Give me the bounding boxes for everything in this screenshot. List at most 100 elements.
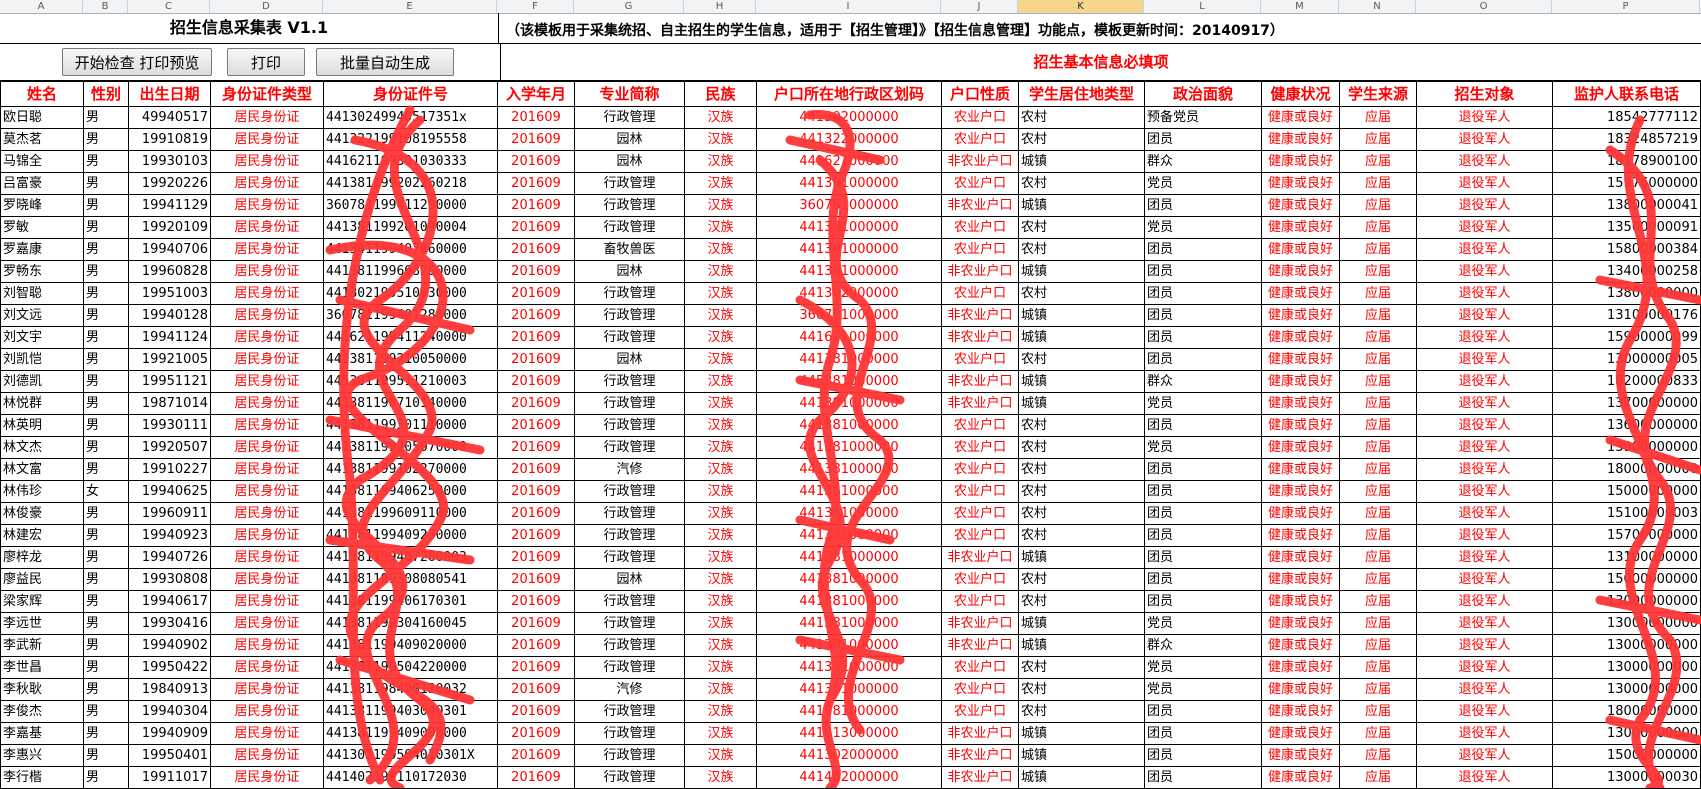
cell-id-type[interactable]: 居民身份证 xyxy=(210,700,324,723)
cell-student-source[interactable]: 应届 xyxy=(1339,546,1417,569)
cell-household-type[interactable]: 农业户口 xyxy=(941,590,1019,613)
cell-student-source[interactable]: 应届 xyxy=(1339,106,1417,129)
cell-student-source[interactable]: 应届 xyxy=(1339,744,1417,767)
cell-recruit-target[interactable]: 退役军人 xyxy=(1416,392,1553,415)
cell-id-number[interactable]: 441381199409090000 xyxy=(323,722,498,745)
cell-name[interactable]: 李秋耿 xyxy=(0,678,84,701)
cell-major[interactable]: 行政管理 xyxy=(574,216,685,239)
cell-gender[interactable]: 男 xyxy=(83,700,129,723)
cell-id-number[interactable]: 441302199510030000 xyxy=(323,282,498,305)
cell-guardian-phone[interactable]: 13100000000 xyxy=(1552,546,1701,569)
cell-id-type[interactable]: 居民身份证 xyxy=(210,568,324,591)
cell-birth-date[interactable]: 19930111 xyxy=(128,414,211,437)
cell-political-status[interactable]: 团员 xyxy=(1144,128,1262,151)
cell-political-status[interactable]: 团员 xyxy=(1144,480,1262,503)
cell-guardian-phone[interactable]: 13400000258 xyxy=(1552,260,1701,283)
column-letter-i[interactable]: I xyxy=(756,0,941,13)
cell-id-number[interactable]: 441381199202260218 xyxy=(323,172,498,195)
cell-residence-type[interactable]: 农村 xyxy=(1018,700,1145,723)
cell-enroll-month[interactable]: 201609 xyxy=(497,326,575,349)
cell-guardian-phone[interactable]: 18324857219 xyxy=(1552,128,1701,151)
column-letter-e[interactable]: E xyxy=(323,0,497,13)
cell-id-number[interactable]: 441621199411240000 xyxy=(323,326,498,349)
cell-guardian-phone[interactable]: 13000000030 xyxy=(1552,766,1701,789)
cell-gender[interactable]: 男 xyxy=(83,612,129,635)
cell-political-status[interactable]: 团员 xyxy=(1144,414,1262,437)
cell-household-region-code[interactable]: 441381000000 xyxy=(756,458,942,481)
cell-political-status[interactable]: 群众 xyxy=(1144,370,1262,393)
cell-health[interactable]: 健康或良好 xyxy=(1261,722,1340,745)
cell-id-number[interactable]: 441381199205070000 xyxy=(323,436,498,459)
cell-enroll-month[interactable]: 201609 xyxy=(497,766,575,789)
cell-household-region-code[interactable]: 441322000000 xyxy=(756,128,942,151)
cell-household-type[interactable]: 非农业户口 xyxy=(941,260,1019,283)
cell-id-number[interactable]: 441381199210050000 xyxy=(323,348,498,371)
cell-id-number[interactable]: 445381199511210003 xyxy=(323,370,498,393)
column-letter-f[interactable]: F xyxy=(497,0,574,13)
cell-enroll-month[interactable]: 201609 xyxy=(497,370,575,393)
cell-household-type[interactable]: 农业户口 xyxy=(941,656,1019,679)
cell-gender[interactable]: 男 xyxy=(83,282,129,305)
cell-birth-date[interactable]: 19941124 xyxy=(128,326,211,349)
check-print-preview-button[interactable]: 开始检查 打印预览 xyxy=(62,48,212,76)
cell-political-status[interactable]: 团员 xyxy=(1144,238,1262,261)
cell-major[interactable]: 汽修 xyxy=(574,458,685,481)
cell-id-type[interactable]: 居民身份证 xyxy=(210,458,324,481)
cell-id-number[interactable]: 441381198710140000 xyxy=(323,392,498,415)
cell-name[interactable]: 马锦全 xyxy=(0,150,84,173)
cell-major[interactable]: 行政管理 xyxy=(574,370,685,393)
cell-id-type[interactable]: 居民身份证 xyxy=(210,766,324,789)
cell-household-region-code[interactable]: 441381000000 xyxy=(756,700,942,723)
cell-recruit-target[interactable]: 退役军人 xyxy=(1416,128,1553,151)
cell-birth-date[interactable]: 19930416 xyxy=(128,612,211,635)
cell-major[interactable]: 行政管理 xyxy=(574,172,685,195)
cell-enroll-month[interactable]: 201609 xyxy=(497,348,575,371)
cell-household-type[interactable]: 非农业户口 xyxy=(941,634,1019,657)
cell-health[interactable]: 健康或良好 xyxy=(1261,370,1340,393)
column-letter-n[interactable]: N xyxy=(1339,0,1416,13)
cell-residence-type[interactable]: 城镇 xyxy=(1018,260,1145,283)
column-letter-j[interactable]: J xyxy=(941,0,1018,13)
cell-ethnicity[interactable]: 汉族 xyxy=(684,590,757,613)
cell-gender[interactable]: 男 xyxy=(83,744,129,767)
cell-id-number[interactable]: 441381199608280000 xyxy=(323,260,498,283)
cell-ethnicity[interactable]: 汉族 xyxy=(684,546,757,569)
cell-major[interactable]: 行政管理 xyxy=(574,700,685,723)
column-letter-h[interactable]: H xyxy=(684,0,756,13)
cell-gender[interactable]: 男 xyxy=(83,502,129,525)
cell-student-source[interactable]: 应届 xyxy=(1339,656,1417,679)
cell-enroll-month[interactable]: 201609 xyxy=(497,282,575,305)
cell-id-type[interactable]: 居民身份证 xyxy=(210,502,324,525)
cell-gender[interactable]: 男 xyxy=(83,458,129,481)
cell-household-region-code[interactable]: 441381000000 xyxy=(756,172,942,195)
cell-residence-type[interactable]: 农村 xyxy=(1018,348,1145,371)
cell-political-status[interactable]: 团员 xyxy=(1144,590,1262,613)
cell-recruit-target[interactable]: 退役军人 xyxy=(1416,260,1553,283)
cell-birth-date[interactable]: 19930103 xyxy=(128,150,211,173)
cell-recruit-target[interactable]: 退役军人 xyxy=(1416,304,1553,327)
cell-household-type[interactable]: 非农业户口 xyxy=(941,194,1019,217)
cell-residence-type[interactable]: 城镇 xyxy=(1018,766,1145,789)
cell-id-type[interactable]: 居民身份证 xyxy=(210,546,324,569)
cell-id-type[interactable]: 居民身份证 xyxy=(210,656,324,679)
cell-guardian-phone[interactable]: 15700000000 xyxy=(1552,524,1701,547)
cell-birth-date[interactable]: 19950422 xyxy=(128,656,211,679)
cell-id-type[interactable]: 居民身份证 xyxy=(210,304,324,327)
cell-major[interactable]: 行政管理 xyxy=(574,392,685,415)
cell-political-status[interactable]: 团员 xyxy=(1144,524,1262,547)
cell-recruit-target[interactable]: 退役军人 xyxy=(1416,590,1553,613)
cell-birth-date[interactable]: 19920109 xyxy=(128,216,211,239)
cell-name[interactable]: 罗晓峰 xyxy=(0,194,84,217)
cell-name[interactable]: 梁家辉 xyxy=(0,590,84,613)
cell-household-type[interactable]: 农业户口 xyxy=(941,458,1019,481)
cell-residence-type[interactable]: 农村 xyxy=(1018,238,1145,261)
cell-household-region-code[interactable]: 441302000000 xyxy=(756,106,942,129)
cell-household-type[interactable]: 农业户口 xyxy=(941,216,1019,239)
cell-political-status[interactable]: 党员 xyxy=(1144,436,1262,459)
cell-enroll-month[interactable]: 201609 xyxy=(497,458,575,481)
cell-residence-type[interactable]: 农村 xyxy=(1018,414,1145,437)
cell-gender[interactable]: 男 xyxy=(83,656,129,679)
cell-ethnicity[interactable]: 汉族 xyxy=(684,260,757,283)
cell-household-type[interactable]: 非农业户口 xyxy=(941,304,1019,327)
cell-id-type[interactable]: 居民身份证 xyxy=(210,612,324,635)
